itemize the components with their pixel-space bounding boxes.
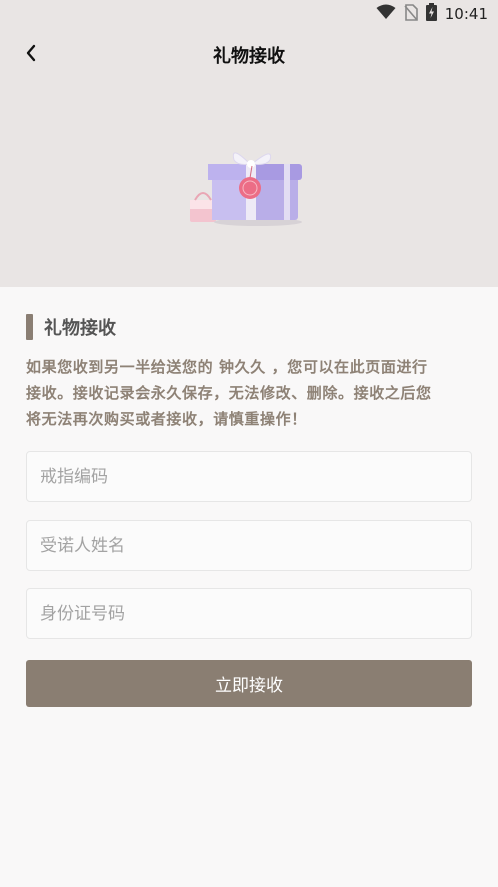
status-time: 10:41 [444,5,488,23]
section-title: 礼物接收 [44,318,116,339]
section-accent-bar [26,314,33,340]
page-title: 礼物接收 [213,46,285,67]
no-sim-icon [404,3,418,25]
ring-code-input[interactable] [27,452,471,501]
nav-bar: 礼物接收 [0,34,498,74]
receive-now-button[interactable]: 立即接收 [26,660,472,707]
hero-banner: 10:41 礼物接收 [0,0,498,287]
id-number-field[interactable] [26,588,472,639]
recipient-name-input[interactable] [27,521,471,570]
section-header: 礼物接收 [26,314,472,340]
receive-now-label: 立即接收 [215,676,283,696]
id-number-input[interactable] [27,589,471,638]
notice-text: 如果您收到另一半给送您的 钟久久 ，您可以在此页面进行 接收。接收记录会永久保存… [26,354,472,432]
notice-line: 接收。接收记录会永久保存，无法修改、删除。接收之后您 [26,384,432,402]
gift-receive-section: 礼物接收 如果您收到另一半给送您的 钟久久 ，您可以在此页面进行 接收。接收记录… [26,314,472,432]
notice-line: 将无法再次购买或者接收，请慎重操作！ [26,410,307,428]
status-bar: 10:41 [0,0,498,28]
battery-charging-icon [425,3,437,25]
recipient-name-field[interactable] [26,520,472,571]
ring-code-field[interactable] [26,451,472,502]
gift-box-illustration [186,142,306,228]
wifi-icon [376,4,396,24]
notice-line: 如果您收到另一半给送您的 钟久久 ，您可以在此页面进行 [26,358,428,376]
